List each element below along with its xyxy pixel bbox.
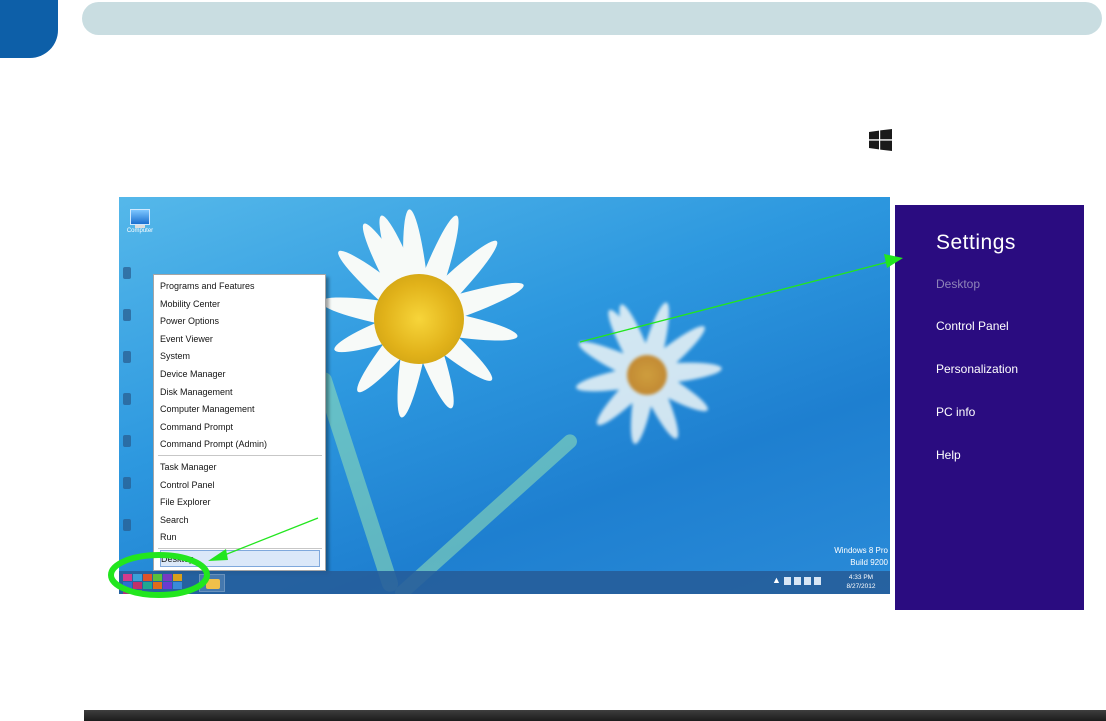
network-icon[interactable]	[804, 577, 811, 585]
menu-item-desktop[interactable]: Desktop	[160, 550, 320, 567]
settings-item-desktop[interactable]: Desktop	[936, 277, 980, 291]
folder-icon	[206, 579, 220, 589]
settings-title: Settings	[936, 231, 1016, 254]
file-explorer-taskbar-button[interactable]	[199, 574, 225, 592]
settings-charm-panel: Settings Desktop Control Panel Personali…	[895, 205, 1084, 610]
settings-item-personalization[interactable]: Personalization	[936, 362, 1018, 376]
clock-time: 4:33 PM	[848, 574, 874, 581]
menu-divider	[158, 548, 322, 549]
settings-item-control-panel[interactable]: Control Panel	[936, 319, 1009, 333]
os-watermark: Windows 8 Pro Build 9200	[834, 545, 888, 569]
power-user-menu: Programs and Features Mobility Center Powe…	[153, 274, 326, 571]
menu-item-programs-and-features[interactable]: Programs and Features	[160, 278, 320, 295]
clock-date: 8/27/2012	[846, 583, 876, 590]
manual-page: Computer Programs and Features Mobility C…	[0, 0, 1106, 721]
menu-item-power-options[interactable]: Power Options	[160, 313, 320, 330]
menu-item-search[interactable]: Search	[160, 512, 320, 529]
footer-bar	[84, 710, 1106, 721]
chapter-tab	[0, 0, 58, 58]
action-center-icon[interactable]	[784, 577, 791, 585]
menu-item-event-viewer[interactable]: Event Viewer	[160, 331, 320, 348]
volume-icon[interactable]	[814, 577, 821, 585]
header-bar	[82, 2, 1102, 35]
windows-logo-icon	[869, 129, 892, 151]
flower-stem	[313, 370, 401, 594]
monitor-icon	[130, 209, 150, 225]
watermark-build: Build 9200	[850, 558, 888, 567]
menu-item-device-manager[interactable]: Device Manager	[160, 366, 320, 383]
partially-hidden-desktop-icons	[121, 267, 133, 567]
taskbar-clock[interactable]: 4:33 PM 8/27/2012	[841, 573, 881, 591]
power-icon[interactable]	[794, 577, 801, 585]
menu-item-mobility-center[interactable]: Mobility Center	[160, 296, 320, 313]
computer-icon-label: Computer	[126, 228, 154, 234]
flower-stem	[392, 431, 580, 594]
system-tray	[784, 577, 821, 585]
menu-divider	[158, 455, 322, 456]
settings-item-help[interactable]: Help	[936, 448, 961, 462]
menu-item-command-prompt[interactable]: Command Prompt	[160, 419, 320, 436]
menu-item-system[interactable]: System	[160, 348, 320, 365]
start-thumbnail-icon[interactable]	[123, 574, 189, 594]
menu-item-command-prompt-admin[interactable]: Command Prompt (Admin)	[160, 436, 320, 453]
menu-item-run[interactable]: Run	[160, 529, 320, 546]
menu-item-control-panel[interactable]: Control Panel	[160, 477, 320, 494]
menu-item-computer-management[interactable]: Computer Management	[160, 401, 320, 418]
computer-desktop-icon[interactable]: Computer	[123, 209, 157, 234]
menu-item-task-manager[interactable]: Task Manager	[160, 459, 320, 476]
show-hidden-icons-chevron-icon[interactable]: ▲	[772, 575, 781, 585]
menu-item-disk-management[interactable]: Disk Management	[160, 384, 320, 401]
settings-item-pc-info[interactable]: PC info	[936, 405, 975, 419]
watermark-edition: Windows 8 Pro	[834, 546, 888, 555]
desktop-screenshot: Computer Programs and Features Mobility C…	[119, 197, 890, 594]
menu-item-file-explorer[interactable]: File Explorer	[160, 494, 320, 511]
